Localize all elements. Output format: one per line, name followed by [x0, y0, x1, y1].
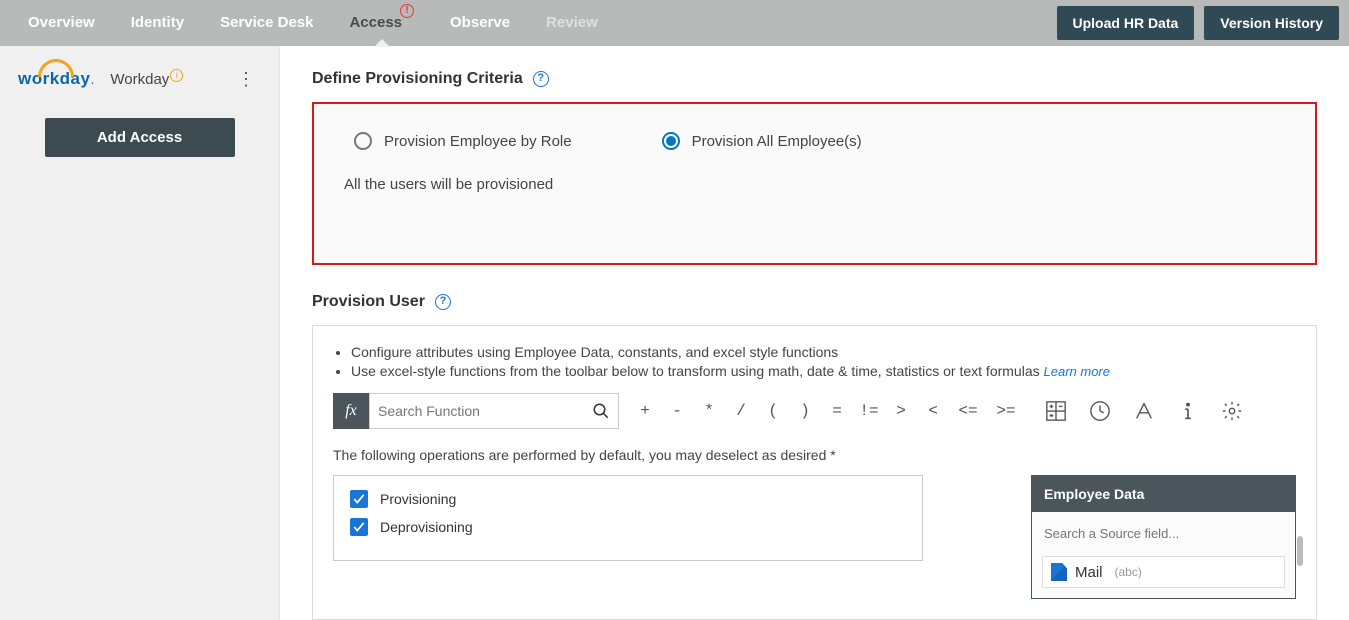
op-lt[interactable]: <: [917, 402, 949, 420]
op-lparen[interactable]: (: [757, 402, 789, 420]
tab-observe[interactable]: Observe: [432, 0, 528, 46]
checkbox-checked-icon: [350, 518, 368, 536]
op-divide[interactable]: /: [725, 402, 757, 420]
clock-icon[interactable]: [1089, 400, 1111, 422]
nav-tabs: Overview Identity Service Desk Access! O…: [10, 0, 616, 46]
criteria-description: All the users will be provisioned: [344, 176, 1285, 193]
employee-search-input[interactable]: [1042, 522, 1285, 546]
app-menu-kebab-icon[interactable]: ⋮: [227, 64, 265, 94]
op-minus[interactable]: -: [661, 402, 693, 420]
math-icon[interactable]: [1045, 400, 1067, 422]
op-gte[interactable]: >=: [987, 402, 1025, 420]
info-icon[interactable]: [1177, 400, 1199, 422]
learn-more-link[interactable]: Learn more: [1044, 364, 1110, 379]
operator-buttons: + - * / ( ) = != > < <= >=: [629, 393, 1025, 429]
checkbox-deprovisioning[interactable]: Deprovisioning: [350, 518, 906, 536]
search-function-input[interactable]: [378, 403, 592, 419]
op-eq[interactable]: =: [821, 402, 853, 420]
tab-overview[interactable]: Overview: [10, 0, 113, 46]
employee-data-body: Mail (abc): [1032, 512, 1295, 598]
op-lte[interactable]: <=: [949, 402, 987, 420]
lower-row: Provisioning Deprovisioning Employee Dat…: [333, 475, 1296, 599]
employee-data-header: Employee Data: [1032, 476, 1295, 512]
employee-data-panel: Employee Data Mail (abc): [1031, 475, 1296, 599]
app-card: workday. Workdayi ⋮: [0, 46, 279, 104]
tab-service-desk[interactable]: Service Desk: [202, 0, 331, 46]
search-icon[interactable]: [592, 402, 610, 420]
top-nav: Overview Identity Service Desk Access! O…: [0, 0, 1349, 46]
upload-hr-data-button[interactable]: Upload HR Data: [1057, 6, 1195, 40]
op-gt[interactable]: >: [885, 402, 917, 420]
op-multiply[interactable]: *: [693, 402, 725, 420]
scrollbar-thumb[interactable]: [1297, 536, 1303, 566]
radio-unchecked-icon: [354, 132, 372, 150]
op-plus[interactable]: +: [629, 402, 661, 420]
workday-logo: workday.: [18, 69, 94, 89]
text-icon[interactable]: [1133, 400, 1155, 422]
checkbox-provisioning[interactable]: Provisioning: [350, 490, 906, 508]
fx-icon: fx: [333, 393, 369, 429]
app-name-label: Workdayi: [110, 71, 183, 88]
help-icon[interactable]: ?: [435, 294, 451, 310]
op-rparen[interactable]: ): [789, 402, 821, 420]
provision-user-title: Provision User ?: [312, 293, 1317, 311]
criteria-radio-group: Provision Employee by Role Provision All…: [354, 132, 1285, 150]
operations-description: The following operations are performed b…: [333, 447, 1296, 463]
instruction-item: Configure attributes using Employee Data…: [351, 344, 1296, 360]
radio-provision-by-role[interactable]: Provision Employee by Role: [354, 132, 572, 150]
settings-icon[interactable]: [1221, 400, 1243, 422]
tab-access[interactable]: Access!: [331, 0, 432, 46]
op-neq[interactable]: !=: [853, 402, 885, 420]
criteria-box: Provision Employee by Role Provision All…: [312, 102, 1317, 265]
file-icon: [1051, 563, 1067, 581]
provision-user-box: Configure attributes using Employee Data…: [312, 325, 1317, 620]
tab-access-label: Access: [349, 14, 402, 31]
alert-badge-icon: !: [400, 4, 414, 18]
main-content: Define Provisioning Criteria ? Provision…: [280, 46, 1349, 620]
info-badge-icon[interactable]: i: [170, 69, 183, 82]
workday-arc-icon: [38, 59, 74, 77]
category-icons: [1045, 393, 1243, 429]
field-card-mail[interactable]: Mail (abc): [1042, 556, 1285, 588]
operations-box: Provisioning Deprovisioning: [333, 475, 923, 561]
radio-provision-all[interactable]: Provision All Employee(s): [662, 132, 862, 150]
tab-review[interactable]: Review: [528, 0, 616, 46]
sidebar: workday. Workdayi ⋮ Add Access: [0, 46, 280, 620]
criteria-title: Define Provisioning Criteria ?: [312, 70, 1317, 88]
add-access-button[interactable]: Add Access: [45, 118, 235, 157]
version-history-button[interactable]: Version History: [1204, 6, 1339, 40]
topbar-actions: Upload HR Data Version History: [1057, 6, 1340, 40]
tab-identity[interactable]: Identity: [113, 0, 202, 46]
help-icon[interactable]: ?: [533, 71, 549, 87]
checkbox-checked-icon: [350, 490, 368, 508]
radio-checked-icon: [662, 132, 680, 150]
search-function-wrap: [369, 393, 619, 429]
instruction-item: Use excel-style functions from the toolb…: [351, 363, 1296, 379]
provision-instructions: Configure attributes using Employee Data…: [351, 344, 1296, 379]
function-toolbar: fx + - * / ( ) = != > < <= >=: [333, 393, 1296, 429]
